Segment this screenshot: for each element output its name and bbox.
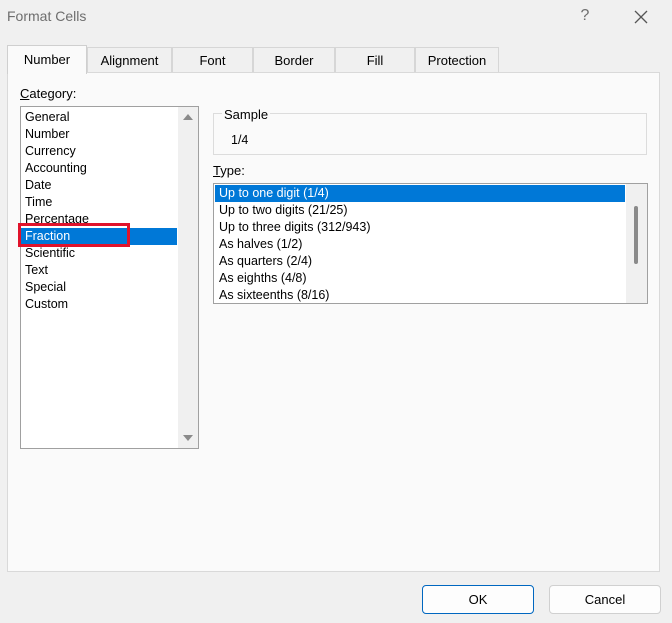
tab-fill[interactable]: Fill xyxy=(335,47,415,73)
type-item-eighths[interactable]: As eighths (4/8) xyxy=(215,270,625,287)
tab-protection[interactable]: Protection xyxy=(415,47,499,73)
category-item-time[interactable]: Time xyxy=(21,194,177,211)
type-item-one-digit[interactable]: Up to one digit (1/4) xyxy=(215,185,625,202)
tab-border[interactable]: Border xyxy=(253,47,335,73)
type-item-quarters[interactable]: As quarters (2/4) xyxy=(215,253,625,270)
category-item-general[interactable]: General xyxy=(21,109,177,126)
type-item-two-digits[interactable]: Up to two digits (21/25) xyxy=(215,202,625,219)
tab-alignment[interactable]: Alignment xyxy=(87,47,172,73)
category-item-number[interactable]: Number xyxy=(21,126,177,143)
type-label: Type: xyxy=(213,163,245,178)
category-item-percentage[interactable]: Percentage xyxy=(21,211,177,228)
category-item-fraction[interactable]: Fraction xyxy=(21,228,177,245)
category-item-date[interactable]: Date xyxy=(21,177,177,194)
sample-value: 1/4 xyxy=(231,133,249,147)
scroll-down-icon[interactable] xyxy=(183,435,193,441)
sample-label: Sample xyxy=(222,107,271,122)
format-cells-dialog: Format Cells ? Number Alignment Font Bor… xyxy=(0,0,672,623)
category-item-custom[interactable]: Custom xyxy=(21,296,177,313)
category-label: Category: xyxy=(20,86,77,101)
category-item-accounting[interactable]: Accounting xyxy=(21,160,177,177)
close-icon[interactable] xyxy=(627,4,655,30)
help-icon[interactable]: ? xyxy=(577,6,593,26)
type-scrollbar[interactable] xyxy=(626,184,647,303)
tab-font[interactable]: Font xyxy=(172,47,253,73)
scroll-up-icon[interactable] xyxy=(183,114,193,120)
cancel-button[interactable]: Cancel xyxy=(549,585,661,614)
type-list[interactable]: Up to one digit (1/4) Up to two digits (… xyxy=(213,183,648,304)
category-item-scientific[interactable]: Scientific xyxy=(21,245,177,262)
type-scrollbar-thumb[interactable] xyxy=(634,206,638,264)
tab-number[interactable]: Number xyxy=(7,45,87,74)
category-item-text[interactable]: Text xyxy=(21,262,177,279)
window-title: Format Cells xyxy=(7,8,87,24)
category-scrollbar[interactable] xyxy=(178,107,198,448)
type-item-halves[interactable]: As halves (1/2) xyxy=(215,236,625,253)
tab-strip: Number Alignment Font Border Fill Protec… xyxy=(7,45,667,74)
category-item-special[interactable]: Special xyxy=(21,279,177,296)
type-item-three-digits[interactable]: Up to three digits (312/943) xyxy=(215,219,625,236)
type-item-sixteenths[interactable]: As sixteenths (8/16) xyxy=(215,287,625,303)
sample-group xyxy=(213,113,647,155)
title-bar: Format Cells ? xyxy=(0,0,672,34)
category-item-currency[interactable]: Currency xyxy=(21,143,177,160)
ok-button[interactable]: OK xyxy=(422,585,534,614)
category-list[interactable]: General Number Currency Accounting Date … xyxy=(20,106,199,449)
